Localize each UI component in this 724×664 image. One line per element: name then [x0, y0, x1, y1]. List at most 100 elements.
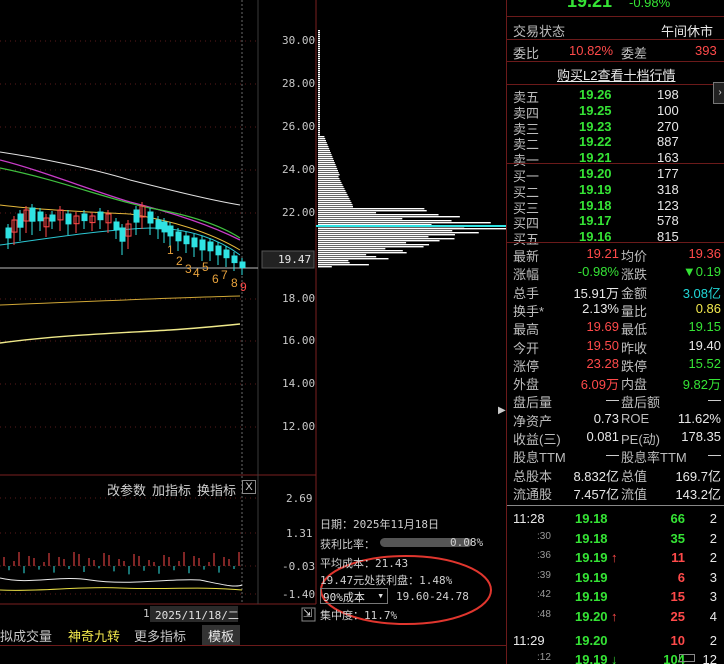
cost-select[interactable]: 90%成本 ▾ [320, 588, 388, 604]
tick-time: :12 [537, 652, 551, 664]
buy-l2-link[interactable]: 购买L2查看十档行情 [557, 65, 675, 84]
diff-label: 委差 [621, 46, 648, 61]
chip-bar [318, 196, 349, 198]
chip-bar [318, 182, 342, 184]
close-indicator-button[interactable]: X [242, 480, 256, 494]
chip-bar [318, 128, 320, 130]
tab-template[interactable]: 模板 [202, 625, 241, 646]
chip-bar [318, 98, 320, 100]
candle [37, 211, 44, 222]
tick-time: 11:29 [513, 632, 545, 648]
chip-bar [318, 180, 341, 182]
stat-value: 15.52 [688, 355, 721, 371]
stat-label: 总手 [513, 285, 540, 301]
crosshair-date: 2025/11/18/二 [155, 609, 239, 622]
chip-bar [318, 256, 377, 258]
stat-value: 11.62% [677, 410, 721, 426]
status-value: 午间休市 [661, 24, 714, 39]
chip-bar [318, 202, 352, 204]
scroll-handle[interactable] [679, 654, 695, 662]
chip-bar [318, 192, 347, 194]
chip-bar [318, 148, 330, 150]
chip-bar [318, 60, 320, 62]
chip-bar [318, 258, 389, 260]
chip-bar [318, 246, 424, 248]
stat-value: 19.21 [586, 246, 619, 261]
chip-bar [318, 38, 320, 40]
chip-bar [318, 236, 429, 238]
tick-time: :30 [537, 530, 551, 542]
tick-row: :48 19.20 ↑ 25 4 [507, 608, 724, 626]
stat-value: 19.15 [688, 319, 721, 335]
chip-date: 日期：2025年11月18日 [320, 518, 439, 531]
committee-row: 委比 10.82% 委差 393 [507, 42, 724, 61]
edit-params-button[interactable]: 改参数 [107, 480, 146, 499]
chip-bar [318, 178, 340, 180]
tick-count: 3 [709, 589, 717, 605]
stat-row: 净资产 0.73 ROE 11.62% [507, 410, 724, 429]
tick-price: 19.19 [575, 652, 608, 664]
candle [147, 211, 154, 224]
level-volume: 198 [657, 87, 679, 102]
tab-more-indicators[interactable]: 更多指标 [134, 626, 186, 645]
ind-tick: 2.69 [286, 492, 313, 505]
stat-label: 总股本 [513, 468, 553, 484]
chip-bar [318, 200, 351, 202]
level-price: 19.17 [579, 213, 612, 229]
stat-value: 9.82万 [682, 377, 721, 393]
add-indicator-button[interactable]: 加指标 [152, 480, 191, 499]
nine-turn-number: 5 [202, 260, 209, 274]
stat-row: 总股本 8.832亿 总值 169.7亿 [507, 465, 724, 484]
chip-bar [318, 114, 320, 116]
collapse-chip-icon[interactable]: ⇲ [303, 607, 312, 620]
tick-price: 19.19 [575, 589, 608, 605]
candle [119, 227, 126, 242]
chip-bar [318, 150, 330, 152]
stat-label: 净资产 [513, 413, 553, 429]
tick-row: :30 19.18 35 2 [507, 530, 724, 548]
chip-bar [318, 64, 320, 66]
tick-price: 19.20 [575, 632, 608, 648]
ratio-value: 10.82% [569, 43, 614, 58]
stat-row: 流通股 7.457亿 流值 143.2亿 [507, 483, 724, 502]
chip-bar [318, 122, 320, 124]
chip-bar [318, 86, 320, 88]
chip-bar [318, 32, 320, 34]
stat-value: 2.13% [582, 300, 619, 316]
chip-bar [318, 162, 335, 164]
chip-bar [318, 156, 333, 158]
bid-row[interactable]: 买五 19.16 815 [507, 228, 724, 247]
stat-label: 流通股 [513, 486, 553, 502]
chip-bar [318, 96, 320, 98]
chip-bar [318, 216, 460, 218]
candle [215, 245, 222, 256]
y-tick: 16.00 [282, 334, 316, 347]
candle [191, 237, 198, 248]
tab-volume[interactable]: 拟成交量 [0, 626, 52, 645]
tick-count: 2 [709, 632, 717, 648]
candle [81, 213, 88, 222]
chip-bar [318, 106, 320, 108]
panel-splitter-arrow-icon[interactable]: ▶ [498, 405, 506, 416]
concentration: 集中度：11.7% [320, 609, 398, 622]
tick-arrow-icon: ↑ [611, 550, 618, 566]
chip-info-panel: 日期：2025年11月18日 获利比率： 0.08% 平均成本：21.43 19… [316, 512, 506, 624]
chip-bar [318, 48, 320, 50]
chip-bar [318, 238, 455, 240]
stat-label: 跌停 [621, 358, 648, 374]
candle [223, 249, 230, 259]
tick-price: 19.19 [575, 569, 608, 585]
chip-bar [318, 206, 354, 208]
chip-bar [318, 252, 407, 254]
quote-panel: 19.21 -0.98% 交易状态 午间休市 委比 10.82% 委差 393 … [506, 0, 724, 664]
stat-value: 3.08亿 [682, 285, 721, 301]
ind-tick: 1.31 [286, 527, 313, 540]
chip-bar [318, 140, 326, 142]
chip-bar [318, 188, 345, 190]
chip-bar [318, 184, 343, 186]
switch-indicator-button[interactable]: 换指标 [197, 480, 236, 499]
tick-time: :36 [537, 550, 551, 562]
tab-nine-turn[interactable]: 神奇九转 [68, 626, 120, 645]
chip-bar [318, 92, 320, 94]
diff-value: 393 [695, 43, 717, 58]
